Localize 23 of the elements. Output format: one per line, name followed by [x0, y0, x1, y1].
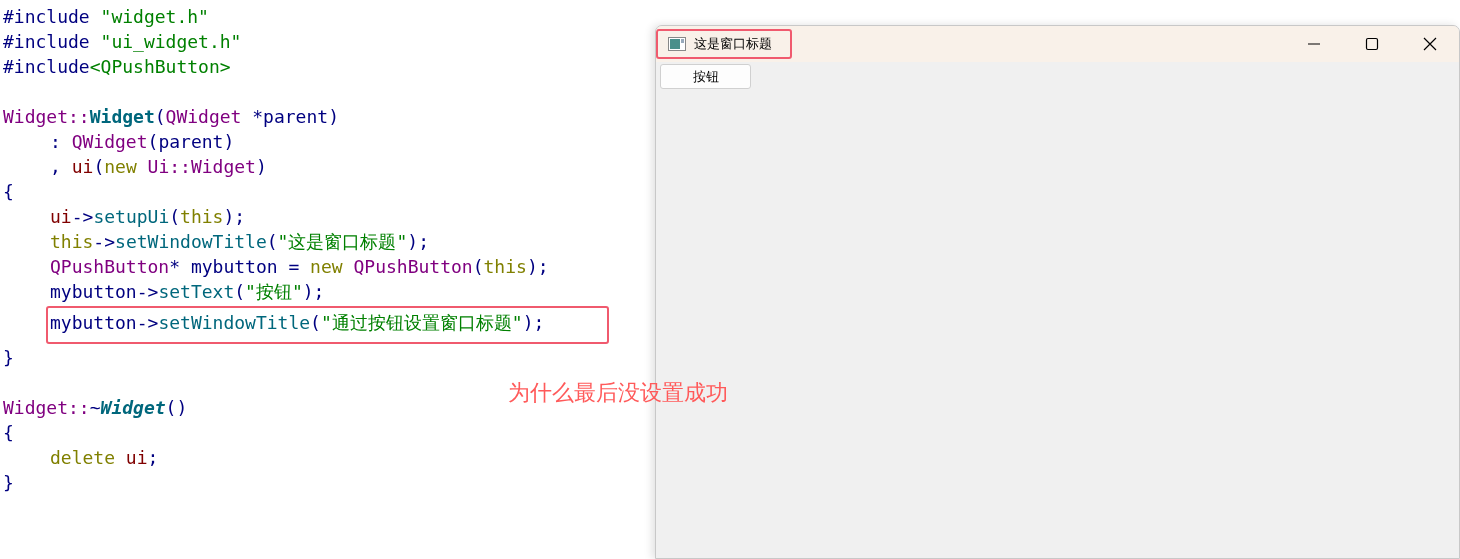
close-icon — [1423, 37, 1437, 51]
code-line: : QWidget(parent) — [49, 130, 236, 154]
maximize-icon — [1365, 37, 1379, 51]
code-line: #include "widget.h" — [2, 5, 210, 29]
push-button[interactable]: 按钮 — [660, 64, 751, 89]
app-icon — [668, 37, 686, 51]
code-line: #include "ui_widget.h" — [2, 30, 243, 54]
annotation-text: 为什么最后没设置成功 — [508, 379, 728, 407]
minimize-icon — [1307, 43, 1321, 45]
code-line: } — [2, 346, 15, 370]
code-line: Widget::~Widget() — [2, 396, 189, 420]
code-line: { — [2, 421, 15, 445]
code-line: this->setWindowTitle("这是窗口标题"); — [49, 230, 430, 254]
window-title: 这是窗口标题 — [694, 35, 772, 53]
code-line: #include<QPushButton> — [2, 55, 232, 79]
code-line: QPushButton* mybutton = new QPushButton(this); — [49, 255, 550, 279]
code-line: mybutton->setText("按钮"); — [49, 280, 326, 304]
code-line: { — [2, 180, 15, 204]
code-line: , ui(new Ui::Widget) — [49, 155, 268, 179]
code-line: Widget::Widget(QWidget *parent) — [2, 105, 340, 129]
code-line: } — [2, 471, 15, 495]
code-line: ui->setupUi(this); — [49, 205, 247, 229]
code-line: delete ui; — [49, 446, 160, 470]
